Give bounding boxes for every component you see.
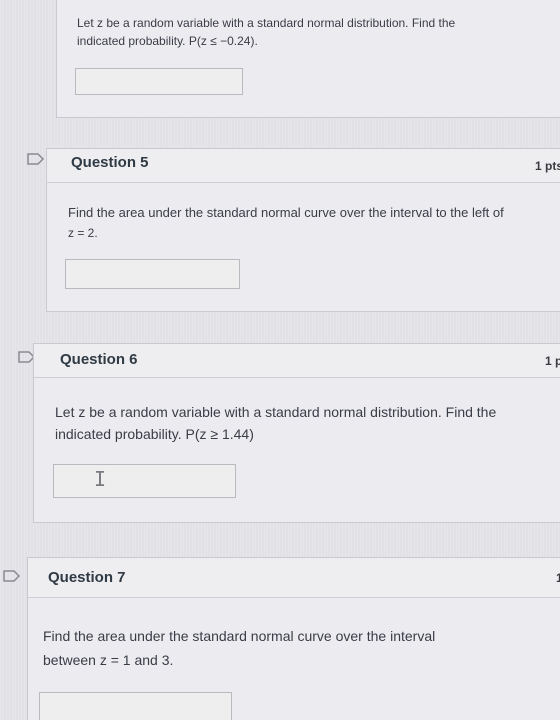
question-4-text: Let z be a random variable with a standa… — [77, 14, 547, 50]
question-7-card: Question 7 1 Find the area under the sta… — [27, 557, 560, 720]
question-7-text-line1: Find the area under the standard normal … — [43, 628, 436, 644]
question-6-card: Question 6 1 p Let z be a random variabl… — [33, 343, 560, 523]
question-5-text-line1: Find the area under the standard normal … — [68, 205, 504, 220]
question-7-answer-input[interactable] — [39, 692, 232, 720]
flag-icon[interactable] — [3, 570, 21, 582]
question-6-answer-input[interactable]: I — [53, 464, 236, 498]
question-6-text-line1: Let z be a random variable with a standa… — [55, 404, 497, 420]
question-5-points: 1 pts — [535, 159, 560, 173]
flag-icon[interactable] — [27, 153, 45, 165]
question-7-text: Find the area under the standard normal … — [43, 624, 548, 672]
question-4-text-line1: Let z be a random variable with a standa… — [77, 16, 456, 30]
question-6-text: Let z be a random variable with a standa… — [55, 401, 560, 445]
question-4-text-line2: indicated probability. P(z ≤ −0.24). — [77, 34, 258, 48]
question-5-title: Question 5 — [71, 154, 149, 171]
question-5-card: Question 5 1 pts Find the area under the… — [46, 148, 560, 312]
question-6-header: Question 6 1 p — [34, 344, 560, 378]
question-6-title: Question 6 — [60, 351, 138, 368]
question-4-answer-input[interactable] — [75, 68, 243, 95]
question-6-text-line2: indicated probability. P(z ≥ 1.44) — [55, 426, 254, 442]
question-7-text-line2: between z = 1 and 3. — [43, 652, 174, 668]
question-7-header: Question 7 1 — [28, 558, 560, 598]
question-5-text: Find the area under the standard normal … — [68, 203, 558, 243]
question-5-answer-input[interactable] — [65, 259, 240, 289]
question-6-points: 1 p — [545, 354, 560, 368]
question-7-points: 1 — [556, 571, 560, 585]
question-5-header: Question 5 1 pts — [47, 149, 560, 183]
quiz-page: Let z be a random variable with a standa… — [0, 0, 560, 720]
question-5-text-line2: z = 2. — [68, 226, 98, 240]
question-7-title: Question 7 — [48, 569, 126, 586]
question-4-card: Let z be a random variable with a standa… — [56, 0, 560, 118]
text-cursor-icon: I — [94, 467, 107, 491]
